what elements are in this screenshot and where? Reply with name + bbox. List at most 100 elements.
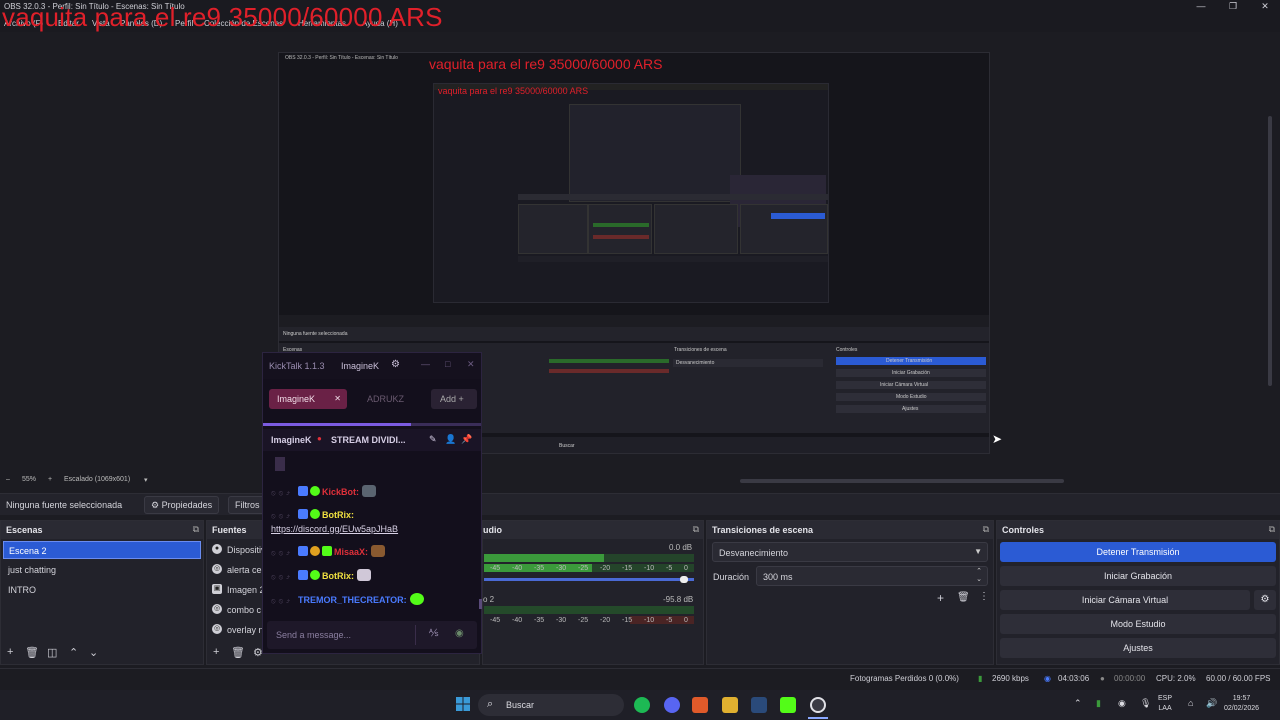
transition-select[interactable]: Desvanecimiento ▼ [712, 542, 988, 562]
active-app-indicator [808, 717, 828, 719]
remove-source-icon[interactable]: 🗑 [231, 646, 245, 659]
scenes-dock-header: Escenas ⧉ [1, 521, 203, 539]
message-controls[interactable]: ⦸⦸⤴ [271, 574, 298, 581]
nested-ctrl-cam: Iniciar Cámara Virtual [836, 381, 986, 389]
obs-icon[interactable] [810, 697, 826, 713]
tick: -45 [490, 565, 501, 572]
spin-arrows-icon[interactable]: ⌃ ⌄ [976, 568, 982, 584]
message-username[interactable]: MisaaX: [334, 547, 368, 557]
slider-handle[interactable] [680, 576, 688, 583]
scene-item-intro[interactable]: INTRO [3, 581, 201, 599]
message-username[interactable]: TREMOR_THECREATOR: [298, 595, 407, 605]
source-item[interactable]: ◎ overlay n [209, 621, 264, 639]
remove-transition-icon[interactable]: 🗑 [957, 592, 970, 603]
zoom-scale-chevron-icon[interactable]: ▾ [144, 476, 148, 484]
source-item[interactable]: ◎ combo c [209, 601, 261, 619]
tray-app-icon[interactable]: ▮ [1096, 698, 1101, 709]
message-controls[interactable]: ⦸⦸⤴ [271, 513, 298, 520]
add-scene-icon[interactable]: + [7, 646, 13, 658]
windows-start-icon[interactable] [456, 697, 470, 711]
pencil-icon[interactable]: ✎ [429, 434, 437, 445]
start-recording-button[interactable]: Iniciar Grabación [1000, 566, 1276, 586]
zoom-minus-icon[interactable]: – [6, 476, 10, 483]
message-username[interactable]: BotRix: [322, 571, 354, 581]
microphone-icon[interactable]: 🎙 [1140, 698, 1151, 709]
tab-close-icon[interactable]: ✕ [334, 394, 341, 403]
chat-minimize-icon[interactable]: — [421, 359, 430, 369]
chat-input[interactable]: Send a message... ⅍ ◉ [267, 621, 477, 649]
volume-slider-ch1[interactable] [484, 576, 694, 583]
move-down-icon[interactable]: ⌄ [89, 646, 98, 659]
language-indicator[interactable]: ESP LAA [1158, 694, 1172, 714]
chat-settings-icon[interactable]: ⚙ [391, 359, 400, 370]
preview-hscrollbar[interactable] [740, 479, 1064, 483]
scene-item-just-chatting[interactable]: just chatting [3, 561, 201, 579]
zoom-scale-select[interactable]: Escalado (1069x601) [64, 476, 130, 483]
user-icon[interactable]: 👤 [445, 434, 456, 445]
taskbar-search[interactable]: ⌕ Buscar [478, 694, 624, 716]
start-virtual-camera-button[interactable]: Iniciar Cámara Virtual [1000, 590, 1250, 610]
tray-chevron-icon[interactable]: ⌃ [1074, 698, 1082, 709]
dock-float-icon[interactable]: ⧉ [1269, 524, 1275, 535]
chat-scrollbar[interactable] [479, 599, 482, 609]
kicktalk-chat-window[interactable]: KickTalk 1.1.3 ImagineK ⚙ — □ ✕ ImagineK… [262, 352, 482, 654]
rec-time: 00:00:00 [1114, 674, 1146, 683]
minimize-button[interactable]: — [1194, 1, 1208, 13]
audio-ch1-db: 0.0 dB [669, 543, 693, 552]
network-icon[interactable]: ⌂ [1188, 698, 1193, 708]
chat-tab-imaginek[interactable]: ImagineK ✕ [269, 389, 347, 409]
audio-title: udio [483, 525, 502, 535]
dock-float-icon[interactable]: ⧉ [193, 524, 199, 535]
scene-item-escena-2[interactable]: Escena 2 [3, 541, 201, 559]
pin-icon[interactable]: 📌 [461, 434, 472, 445]
emote-picker-icon[interactable]: ◉ [455, 628, 464, 639]
nested-ctrl-rec: Iniciar Grabación [836, 369, 986, 377]
add-channel-button[interactable]: Add + [431, 389, 477, 409]
dock-float-icon[interactable]: ⧉ [983, 524, 989, 535]
properties-button[interactable]: ⚙ Propiedades [144, 496, 220, 514]
nested-source-bar-main: Ninguna fuente seleccionada [279, 327, 989, 341]
add-transition-icon[interactable]: + [937, 591, 944, 605]
nested-taskbar [518, 256, 828, 262]
browser-icon: ◎ [212, 624, 222, 634]
dock-float-icon[interactable]: ⧉ [693, 524, 699, 535]
message-controls[interactable]: ⦸⦸⤴ [271, 598, 298, 605]
duration-spinbox[interactable]: 300 ms ⌃ ⌄ [756, 566, 988, 586]
tray-app-icon[interactable]: ◉ [1118, 698, 1126, 709]
zoom-plus-icon[interactable]: + [48, 476, 52, 483]
message-username[interactable]: KickBot: [322, 487, 359, 497]
close-button[interactable]: ✕ [1258, 1, 1272, 13]
settings-button[interactable]: Ajustes [1000, 638, 1276, 658]
message-username[interactable]: BotRix: [322, 510, 354, 520]
studio-mode-button[interactable]: Modo Estudio [1000, 614, 1276, 634]
brave-icon[interactable] [692, 697, 708, 713]
audio-meter-ch2-a [484, 606, 694, 614]
discord-icon[interactable] [664, 697, 680, 713]
message-link[interactable]: https://discord.gg/EUw5apJHaB [271, 524, 398, 534]
source-item[interactable]: ▣ Imagen 2 [209, 581, 265, 599]
preview-vscrollbar[interactable] [1268, 116, 1272, 386]
message-controls[interactable]: ⦸⦸⤴ [271, 490, 298, 497]
kick-icon[interactable] [780, 697, 796, 713]
chat-tab-adrukz[interactable]: ADRUKZ [359, 389, 410, 409]
volume-icon[interactable]: 🔊 [1206, 698, 1217, 709]
nested-window-title: OBS 32.0.3 - Perfil: Sin Título - Escena… [285, 55, 398, 61]
chat-close-icon[interactable]: ✕ [467, 359, 475, 370]
chat-maximize-icon[interactable]: □ [445, 359, 450, 369]
stop-streaming-button[interactable]: Detener Transmisión [1000, 542, 1276, 562]
remove-scene-icon[interactable]: 🗑 [25, 646, 39, 659]
message-controls[interactable]: ⦸⦸⤴ [271, 550, 298, 557]
add-source-icon[interactable]: + [213, 646, 219, 658]
move-up-icon[interactable]: ⌃ [69, 646, 78, 659]
signal-icon: ▮ [978, 674, 983, 683]
scene-filters-icon[interactable]: ◫ [47, 646, 57, 659]
steam-icon[interactable] [751, 697, 767, 713]
more-options-icon[interactable]: ⋮ [979, 591, 989, 602]
file-explorer-icon[interactable] [722, 697, 738, 713]
maximize-button[interactable]: ❐ [1226, 1, 1240, 13]
source-item[interactable]: ◎ alerta ce [209, 561, 262, 579]
translate-icon[interactable]: ⅍ [429, 628, 438, 639]
clock[interactable]: 19:57 02/02/2026 [1224, 694, 1259, 714]
virtual-camera-settings-icon[interactable]: ⚙ [1254, 590, 1276, 610]
spotify-icon[interactable] [634, 697, 650, 713]
